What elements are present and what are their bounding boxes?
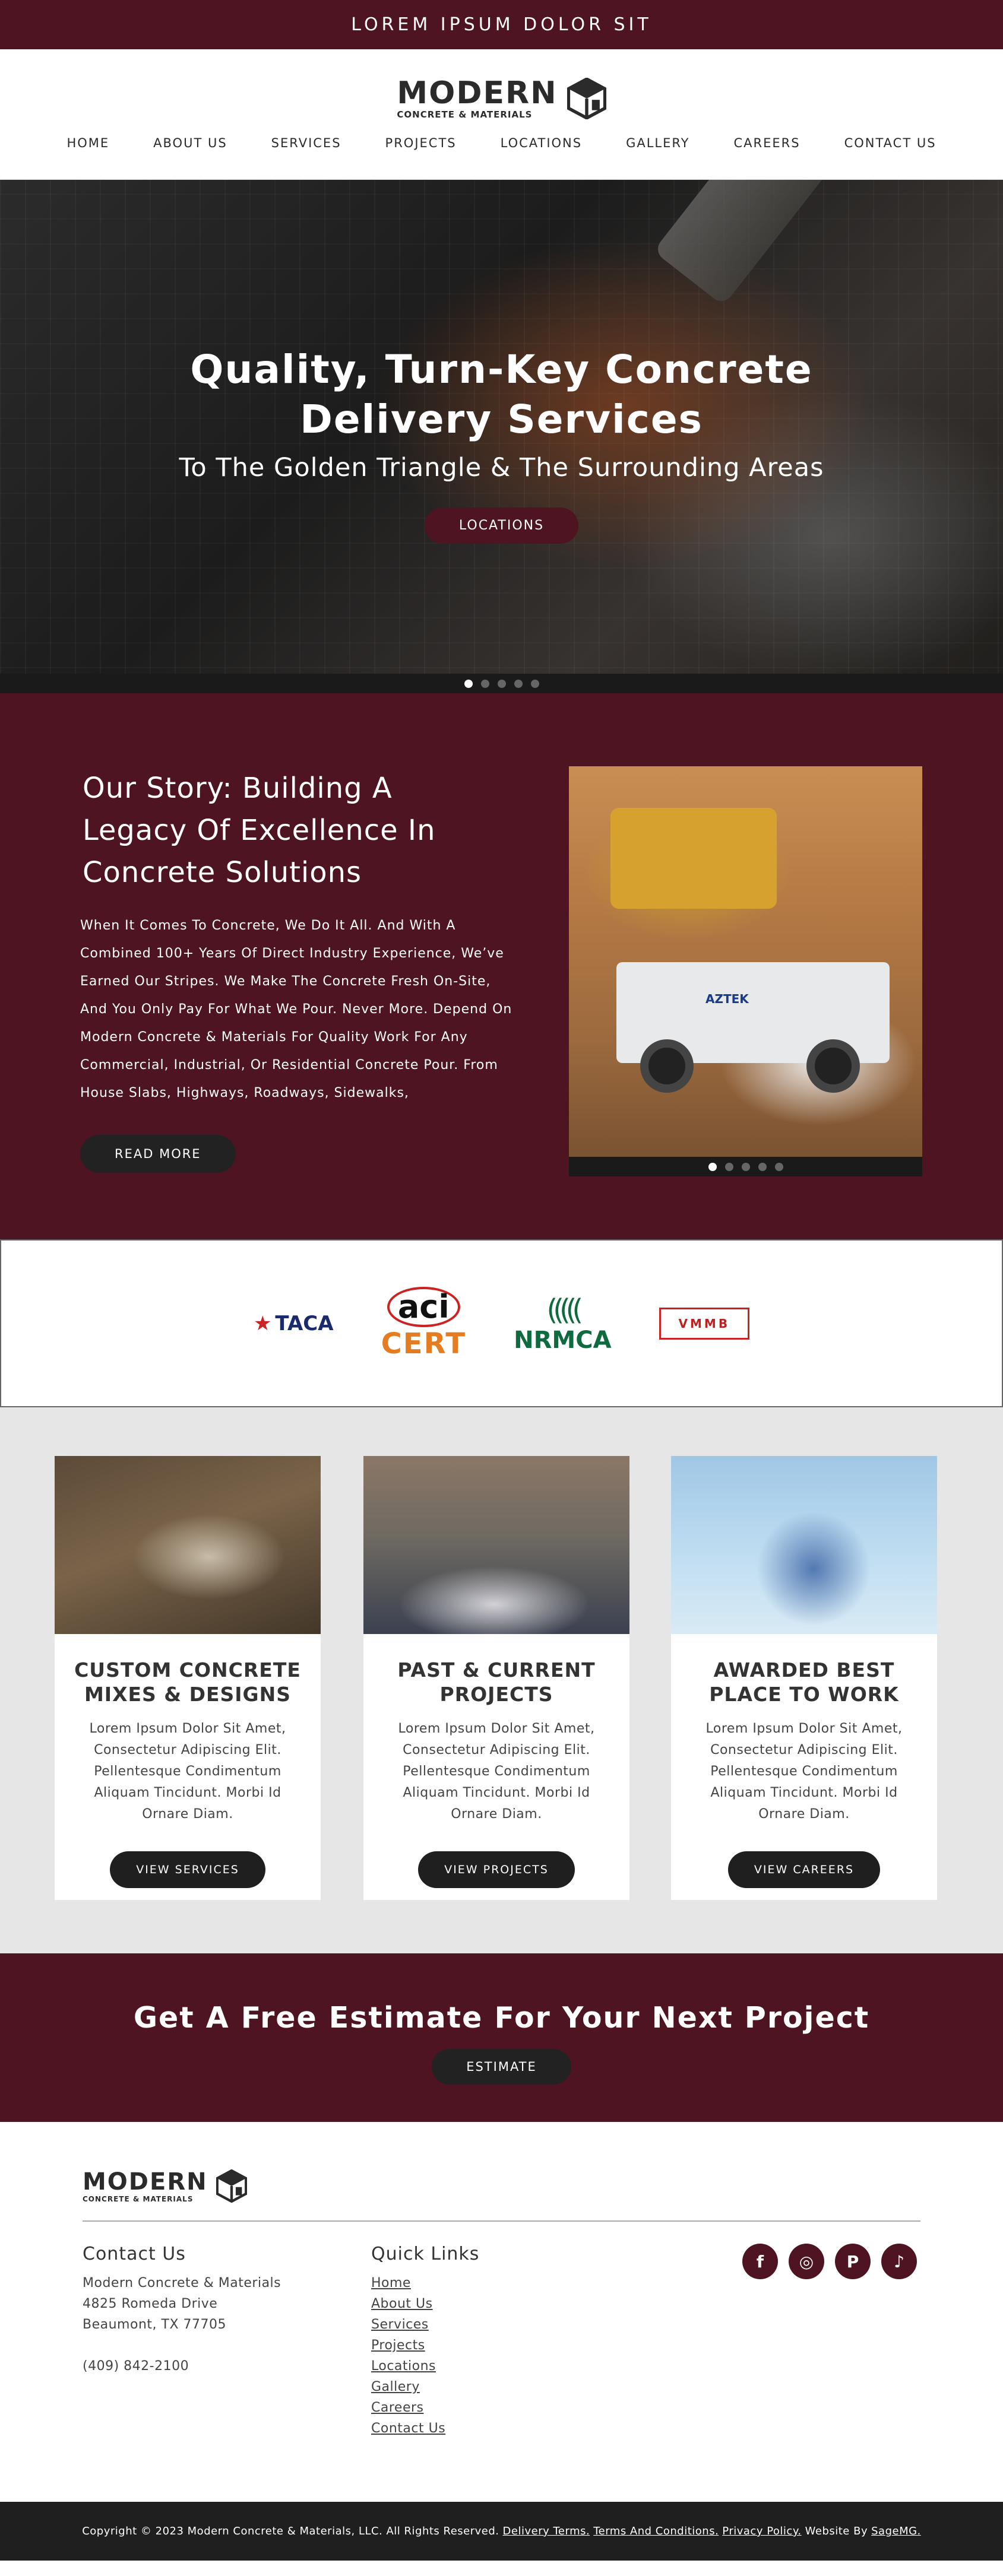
hero-title: Quality, Turn-Key Concrete Delivery Serv… (190, 347, 813, 442)
facebook-icon[interactable]: f (742, 2244, 778, 2279)
story-title: Our Story: Building A Legacy Of Excellen… (83, 772, 436, 889)
story-dot-2[interactable] (724, 1162, 733, 1171)
nav-projects[interactable]: PROJECTS (363, 136, 479, 150)
certifications-bar: ★ TACA aci CERT ((((( NRMCA VMMB (0, 1239, 1003, 1407)
vmmb-logo: VMMB (659, 1307, 750, 1340)
story-image-slider: AZTEK (569, 766, 922, 1157)
slider-dot-1[interactable] (464, 679, 473, 688)
nav-locations[interactable]: LOCATIONS (479, 136, 604, 150)
card-title: CUSTOM CONCRETE MIXES & DESIGNS (74, 1658, 301, 1706)
card-projects: PAST & CURRENT PROJECTS Lorem Ipsum Dolo… (363, 1456, 629, 1900)
hero-subtitle: To The Golden Triangle & The Surrounding… (179, 453, 824, 483)
slider-dot-4[interactable] (514, 679, 523, 688)
card-title: AWARDED BEST PLACE TO WORK (709, 1658, 899, 1706)
hero-slider: Quality, Turn-Key Concrete Delivery Serv… (0, 180, 1003, 693)
phone-number[interactable]: (409) 842-2100 (83, 2356, 281, 2377)
story-slider-dots (569, 1157, 922, 1176)
our-story-section: Our Story: Building A Legacy Of Excellen… (0, 693, 1003, 1239)
footer-link-gallery[interactable]: Gallery (371, 2377, 479, 2397)
social-links: f ◎ P ♪ (742, 2244, 917, 2279)
instagram-icon[interactable]: ◎ (789, 2244, 824, 2279)
site-header: MODERN CONCRETE & MATERIALS HOME ABOUT U… (0, 49, 1003, 180)
logo-tagline: CONCRETE & MATERIALS (397, 109, 533, 120)
story-dot-5[interactable] (774, 1162, 783, 1171)
card-custom-concrete: CUSTOM CONCRETE MIXES & DESIGNS Lorem Ip… (55, 1456, 321, 1900)
estimate-button[interactable]: ESTIMATE (432, 2049, 571, 2085)
card-careers: AWARDED BEST PLACE TO WORK Lorem Ipsum D… (671, 1456, 937, 1900)
texas-star-icon: ★ (253, 1311, 272, 1335)
nrmca-arcs-icon: ((((( (546, 1293, 584, 1327)
tiktok-icon[interactable]: ♪ (881, 2244, 917, 2279)
view-services-button[interactable]: VIEW SERVICES (110, 1851, 265, 1888)
dump-truck-image (610, 808, 777, 909)
footer-quick-links: Quick Links Home About Us Services Proje… (371, 2244, 479, 2439)
terms-link[interactable]: Terms And Conditions. (593, 2525, 719, 2537)
agency-link[interactable]: SageMG. (871, 2525, 921, 2537)
aerial-construction-image (55, 1456, 321, 1634)
copyright-bar: Copyright © 2023 Modern Concrete & Mater… (0, 2502, 1003, 2561)
copyright-text: Copyright © 2023 Modern Concrete & Mater… (82, 2525, 499, 2537)
main-nav: HOME ABOUT US SERVICES PROJECTS LOCATION… (0, 136, 1003, 150)
read-more-button[interactable]: READ MORE (80, 1135, 236, 1173)
nav-about-us[interactable]: ABOUT US (131, 136, 249, 150)
pinterest-icon[interactable]: P (835, 2244, 871, 2279)
footer-link-contact-us[interactable]: Contact Us (371, 2418, 479, 2439)
footer-link-services[interactable]: Services (371, 2314, 479, 2335)
nav-careers[interactable]: CAREERS (711, 136, 822, 150)
quick-links-heading: Quick Links (371, 2244, 480, 2264)
address-line-1: 4825 Romeda Drive (83, 2296, 218, 2311)
slider-dot-5[interactable] (530, 679, 539, 688)
nrmca-logo: ((((( NRMCA (514, 1293, 612, 1354)
story-dot-3[interactable] (741, 1162, 750, 1171)
footer-link-locations[interactable]: Locations (371, 2356, 479, 2377)
site-footer: MODERN CONCRETE & MATERIALS Contact Us M… (0, 2122, 1003, 2502)
company-name: Modern Concrete & Materials (83, 2276, 281, 2291)
story-dot-1[interactable] (708, 1162, 717, 1171)
contact-heading: Contact Us (83, 2244, 186, 2264)
aci-cert-logo: aci CERT (381, 1286, 467, 1360)
view-careers-button[interactable]: VIEW CAREERS (727, 1851, 881, 1888)
view-projects-button[interactable]: VIEW PROJECTS (418, 1851, 575, 1888)
nav-gallery[interactable]: GALLERY (604, 136, 711, 150)
footer-divider (83, 2220, 920, 2222)
announcement-bar: LOREM IPSUM DOLOR SIT (0, 0, 1003, 49)
footer-link-about-us[interactable]: About Us (371, 2293, 479, 2314)
nav-home[interactable]: HOME (45, 136, 131, 150)
card-text: Lorem Ipsum Dolor Sit Amet, Consectetur … (398, 1721, 595, 1822)
card-text: Lorem Ipsum Dolor Sit Amet, Consectetur … (705, 1721, 903, 1822)
workers-sky-image (671, 1456, 937, 1634)
estimate-cta-section: Get A Free Estimate For Your Next Projec… (0, 1953, 1003, 2122)
story-dot-4[interactable] (758, 1162, 767, 1171)
locations-button[interactable]: LOCATIONS (424, 507, 579, 544)
taca-logo: ★ TACA (253, 1311, 334, 1335)
address-line-2: Beaumont, TX 77705 (83, 2317, 226, 2332)
nav-contact-us[interactable]: CONTACT US (822, 136, 958, 150)
card-title: PAST & CURRENT PROJECTS (397, 1658, 596, 1706)
website-by-text: Website By (805, 2525, 868, 2537)
footer-link-home[interactable]: Home (371, 2273, 479, 2293)
footer-link-careers[interactable]: Careers (371, 2397, 479, 2418)
announcement-text: LOREM IPSUM DOLOR SIT (351, 14, 652, 35)
nav-services[interactable]: SERVICES (249, 136, 363, 150)
footer-link-projects[interactable]: Projects (371, 2335, 479, 2356)
estimate-title: Get A Free Estimate For Your Next Projec… (133, 2001, 870, 2035)
footer-logo[interactable]: MODERN CONCRETE & MATERIALS (83, 2169, 247, 2203)
hero-slider-dots (0, 674, 1003, 693)
delivery-terms-link[interactable]: Delivery Terms. (503, 2525, 590, 2537)
concrete-pour-site-image (363, 1456, 629, 1634)
cube-logo-icon (216, 2169, 247, 2203)
feature-cards-section: CUSTOM CONCRETE MIXES & DESIGNS Lorem Ip… (0, 1407, 1003, 1953)
slider-dot-3[interactable] (497, 679, 506, 688)
footer-contact: Contact Us Modern Concrete & Materials 4… (83, 2244, 281, 2377)
logo-wordmark: MODERN (397, 75, 558, 111)
site-logo[interactable]: MODERN CONCRETE & MATERIALS (0, 49, 1003, 125)
slider-dot-2[interactable] (480, 679, 489, 688)
card-text: Lorem Ipsum Dolor Sit Amet, Consectetur … (89, 1721, 286, 1822)
cube-logo-icon (567, 78, 606, 119)
privacy-policy-link[interactable]: Privacy Policy. (722, 2525, 801, 2537)
story-body: When It Comes To Concrete, We Do It All.… (80, 918, 512, 1100)
